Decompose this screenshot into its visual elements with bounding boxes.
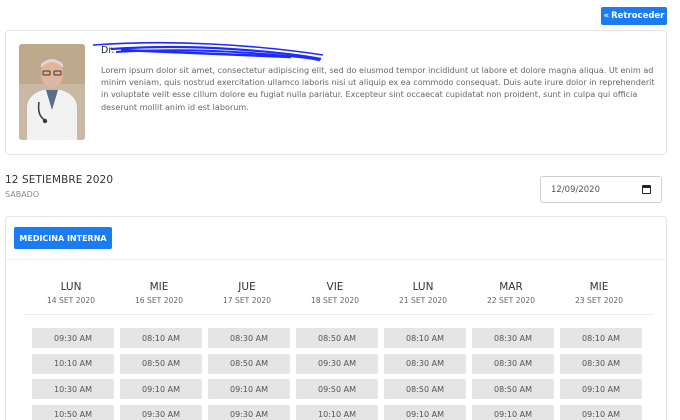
day-column-header: MIE 16 SET 2020: [115, 281, 203, 305]
day-date: 18 SET 2020: [310, 296, 360, 305]
time-slot-button[interactable]: 10:50 AM: [32, 404, 114, 420]
double-chevron-left-icon: «: [603, 11, 610, 21]
day-date: 21 SET 2020: [398, 296, 448, 305]
time-slot-button[interactable]: 08:50 AM: [208, 353, 290, 374]
time-slot-button[interactable]: 08:30 AM: [472, 353, 554, 374]
day-column-header: VIE 18 SET 2020: [291, 281, 379, 305]
time-slot-button[interactable]: 08:50 AM: [296, 328, 378, 348]
date-picker-value: 12/09/2020: [551, 184, 600, 195]
time-slot-button[interactable]: 09:10 AM: [120, 379, 202, 399]
time-slot-button[interactable]: 09:10 AM: [560, 404, 642, 420]
day-name: LUN: [60, 281, 82, 293]
day-column-header: JUE 17 SET 2020: [203, 281, 291, 305]
time-slot-button[interactable]: 08:10 AM: [120, 328, 202, 348]
day-column-header: MAR 22 SET 2020: [467, 281, 555, 305]
time-slot-button[interactable]: 10:10 AM: [32, 353, 114, 374]
back-button-label: Retroceder: [611, 11, 665, 21]
time-slot-button[interactable]: 08:50 AM: [120, 353, 202, 374]
calendar-icon[interactable]: [642, 185, 651, 194]
time-slot-button[interactable]: 09:10 AM: [384, 404, 466, 420]
day-date: 22 SET 2020: [486, 296, 536, 305]
day-name: MIE: [149, 281, 169, 293]
doctor-photo-illustration: [19, 44, 85, 140]
day-column-header: MIE 23 SET 2020: [555, 281, 643, 305]
time-slot-button[interactable]: 08:50 AM: [472, 379, 554, 399]
time-slot-button[interactable]: 09:50 AM: [296, 379, 378, 399]
doctor-photo: [19, 44, 85, 140]
time-slot-button[interactable]: 08:30 AM: [384, 353, 466, 374]
time-slot-button[interactable]: 09:10 AM: [560, 379, 642, 399]
divider: [6, 259, 666, 260]
divider: [24, 314, 654, 315]
selected-weekday: SABADO: [5, 190, 40, 199]
time-slot-button[interactable]: 10:30 AM: [32, 379, 114, 399]
day-date: 23 SET 2020: [574, 296, 624, 305]
time-slot-button[interactable]: 09:30 AM: [208, 404, 290, 420]
time-slot-button[interactable]: 09:30 AM: [120, 404, 202, 420]
day-column-header: LUN 21 SET 2020: [379, 281, 467, 305]
time-slot-button[interactable]: 08:50 AM: [384, 379, 466, 399]
time-slot-button[interactable]: 09:30 AM: [296, 353, 378, 374]
day-name: VIE: [326, 281, 344, 293]
time-slot-button[interactable]: 08:30 AM: [560, 353, 642, 374]
day-date: 17 SET 2020: [222, 296, 272, 305]
day-name: JUE: [238, 281, 256, 293]
schedule-card: MEDICINA INTERNA LUN 14 SET 2020 MIE 16 SET…: [5, 216, 667, 420]
day-date: 16 SET 2020: [134, 296, 184, 305]
day-name: MAR: [499, 281, 523, 293]
day-column-header: LUN 14 SET 2020: [27, 281, 115, 305]
date-picker-input[interactable]: 12/09/2020: [540, 176, 662, 203]
day-date: 14 SET 2020: [46, 296, 96, 305]
time-slot-button[interactable]: 09:10 AM: [208, 379, 290, 399]
time-slot-button[interactable]: 09:30 AM: [32, 328, 114, 348]
specialty-button[interactable]: MEDICINA INTERNA: [14, 227, 112, 249]
time-slot-button[interactable]: 08:30 AM: [208, 328, 290, 348]
doctor-description: Lorem ipsum dolor sit amet, consectetur …: [101, 65, 655, 112]
time-slot-button[interactable]: 08:30 AM: [472, 328, 554, 348]
doctor-card: Dr. Lorem ipsum dolor sit amet, consecte…: [5, 30, 667, 155]
doctor-name: Dr.: [101, 45, 115, 56]
back-button[interactable]: « Retroceder: [601, 7, 667, 25]
time-slot-button[interactable]: 10:10 AM: [296, 404, 378, 420]
day-name: LUN: [412, 281, 434, 293]
selected-date-title: 12 SETIEMBRE 2020: [5, 174, 114, 186]
day-name: MIE: [589, 281, 609, 293]
time-slot-button[interactable]: 09:10 AM: [472, 404, 554, 420]
time-slot-button[interactable]: 08:10 AM: [560, 328, 642, 348]
time-slot-button[interactable]: 08:10 AM: [384, 328, 466, 348]
